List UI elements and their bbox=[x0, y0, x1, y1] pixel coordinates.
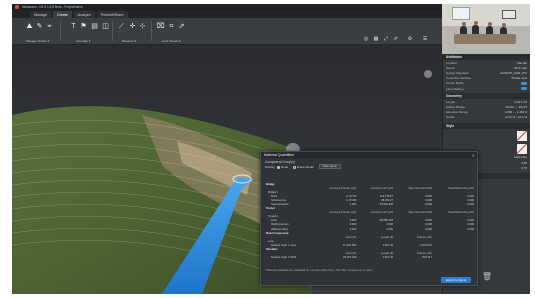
lock-terrain-icon[interactable]: ⌧ bbox=[156, 22, 164, 30]
measure-point-icon[interactable]: ⊹ bbox=[139, 22, 146, 30]
select-tool-icon[interactable]: ⌖ bbox=[46, 22, 53, 30]
style-swatches bbox=[443, 129, 530, 143]
option-road[interactable]: Road bbox=[277, 165, 288, 169]
panel-menu-icon[interactable]: ☰ bbox=[422, 36, 428, 42]
zoom-extents-icon[interactable]: ⤢ bbox=[383, 36, 389, 42]
option-entire-model[interactable]: Entire Model bbox=[293, 165, 314, 169]
window-title: Infraworks - LB 5.1.0.5 Beta - ProjectNa… bbox=[22, 5, 83, 9]
lock-options-icon[interactable]: ⇗ bbox=[178, 22, 185, 30]
ribbon-separator bbox=[151, 21, 152, 41]
lane-markup-toggle[interactable] bbox=[521, 87, 527, 91]
group-label-manage-terrain[interactable]: Manage Terrain ▾ bbox=[26, 39, 49, 43]
ribbon-tabs: Manage Create Analyze Present/Share bbox=[12, 10, 442, 18]
cell-value: 2,627.40 bbox=[382, 256, 394, 260]
dialog-note: * Material Quantities are calculated for… bbox=[265, 269, 374, 272]
dialog-subtitle: Component Group(s) bbox=[265, 160, 295, 164]
video-conference-table bbox=[454, 34, 516, 44]
close-icon[interactable]: ✕ bbox=[472, 153, 475, 158]
app-window: Infraworks - LB 5.1.0.5 Beta - ProjectNa… bbox=[12, 4, 530, 294]
grid-view-icon[interactable]: ▦ bbox=[373, 36, 379, 42]
view-cube-icon[interactable]: ◎ bbox=[363, 36, 369, 42]
video-room-window bbox=[452, 7, 470, 20]
tab-present-share[interactable]: Present/Share bbox=[96, 11, 128, 18]
trash-icon[interactable]: 🗑 bbox=[481, 272, 493, 284]
ribbon-toolbar: ⛰ ✎ ⌖ Manage Terrain ▾ T ⚑ ▤ ◫ Annotate … bbox=[12, 18, 442, 45]
display-label: Display bbox=[265, 165, 275, 169]
ribbon-separator bbox=[112, 21, 113, 41]
settings-gear-icon[interactable]: ⚙ bbox=[407, 36, 413, 42]
group-label-lock-terrain[interactable]: Lock Terrain ▾ bbox=[162, 39, 181, 43]
tab-create[interactable]: Create bbox=[53, 11, 72, 18]
annotate-shape-icon[interactable]: ◫ bbox=[102, 22, 109, 30]
filter-items-button[interactable]: Filter Items bbox=[319, 164, 341, 169]
panel-row: Grade -0.12 % / +6.1 % bbox=[446, 115, 527, 120]
draw-mode-icon[interactable]: ✐ bbox=[393, 36, 399, 42]
annotate-pin-icon[interactable]: ⚑ bbox=[80, 22, 87, 30]
tab-analyze[interactable]: Analyze bbox=[73, 11, 95, 18]
measure-distance-icon[interactable]: ⟋ bbox=[118, 22, 125, 30]
group-label-measure[interactable]: Measure ▾ bbox=[122, 39, 136, 43]
radio-selected-icon[interactable] bbox=[277, 165, 280, 169]
terrain-tool-icon[interactable]: ⛰ bbox=[26, 22, 33, 30]
cell-value: 29,451.233 bbox=[342, 256, 357, 260]
row-label: Surface Asph 1 Shldr bbox=[271, 256, 297, 260]
radio-icon[interactable] bbox=[293, 165, 296, 169]
cell-value: 818.117 bbox=[422, 256, 432, 260]
style-swatch[interactable] bbox=[517, 130, 527, 141]
dialog-title: Material Quantities bbox=[261, 152, 477, 158]
sketch-tool-icon[interactable]: ✎ bbox=[36, 22, 43, 30]
group-label-annotate[interactable]: Annotate ▾ bbox=[76, 39, 90, 43]
lock-edit-icon[interactable]: ⌗ bbox=[168, 22, 175, 30]
quantities-table: Bridge Concrete Precast (yd³) Concrete CIP… bbox=[265, 182, 475, 260]
tab-manage[interactable]: Manage bbox=[30, 11, 51, 18]
material-quantities-dialog: Material Quantities ✕ Component Group(s)… bbox=[260, 151, 478, 286]
style-swatch[interactable] bbox=[517, 143, 527, 154]
export-to-excel-button[interactable]: Export to Excel bbox=[441, 277, 471, 283]
table-row: Surface Asph 1 Shldr 29,451.233 2,627.40 81… bbox=[265, 256, 475, 260]
video-call-thumbnail bbox=[442, 4, 530, 54]
app-logo-icon bbox=[15, 5, 19, 9]
panel-row: Lane Markup bbox=[443, 86, 530, 91]
compass-icon[interactable] bbox=[424, 70, 432, 78]
annotate-text-icon[interactable]: T bbox=[70, 22, 77, 30]
video-room-monitor bbox=[502, 10, 516, 19]
annotate-label-icon[interactable]: ▤ bbox=[91, 22, 98, 30]
terrain-buffer-toggle[interactable] bbox=[521, 81, 527, 85]
measure-area-icon[interactable]: ✛ bbox=[129, 22, 136, 30]
ribbon-separator bbox=[60, 21, 61, 41]
